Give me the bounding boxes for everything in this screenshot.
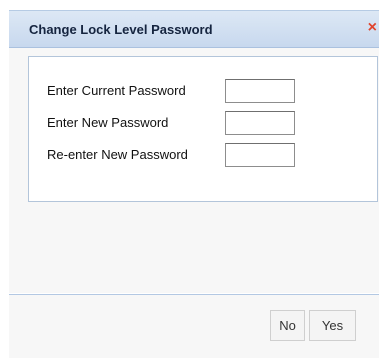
current-password-field[interactable] (225, 79, 295, 103)
no-button[interactable]: No (270, 310, 305, 341)
new-password-field[interactable] (225, 111, 295, 135)
yes-button[interactable]: Yes (309, 310, 356, 341)
current-password-label: Enter Current Password (47, 83, 186, 98)
password-form: Enter Current Password Enter New Passwor… (28, 56, 378, 202)
new-password-label: Enter New Password (47, 115, 169, 130)
dialog-body: Enter Current Password Enter New Passwor… (9, 48, 379, 293)
reenter-password-label: Re-enter New Password (47, 147, 188, 162)
reenter-password-field[interactable] (225, 143, 295, 167)
close-icon[interactable]: × (368, 20, 377, 36)
dialog-footer: No Yes (9, 295, 379, 358)
dialog-titlebar: Change Lock Level Password × (9, 10, 379, 48)
dialog-title: Change Lock Level Password (29, 22, 213, 37)
change-lock-level-password-dialog: Change Lock Level Password × Enter Curre… (0, 0, 379, 358)
